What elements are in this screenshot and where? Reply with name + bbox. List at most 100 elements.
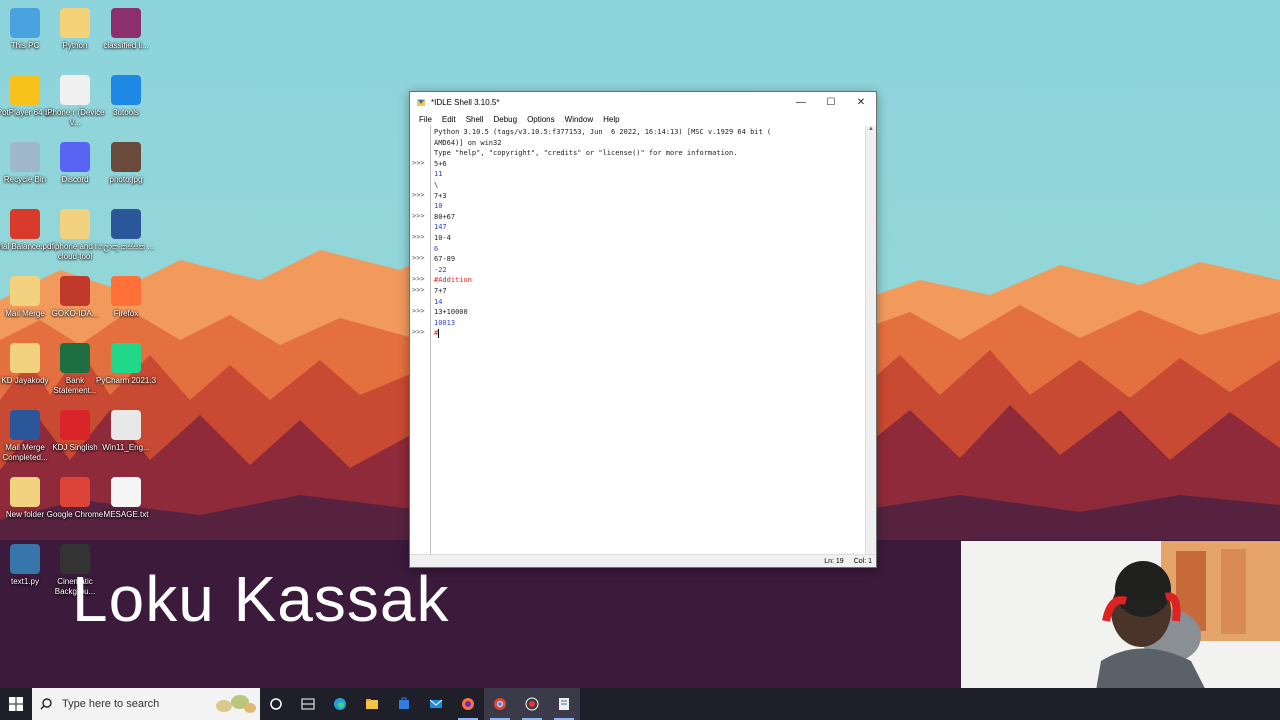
shell-prompt: >>>	[412, 233, 425, 241]
desktop-icon-label: Firefox	[113, 309, 139, 318]
shell-line: #	[434, 328, 865, 339]
screen-recorder-icon	[525, 697, 539, 711]
word-doc-icon	[10, 410, 40, 440]
menu-window[interactable]: Window	[560, 115, 598, 124]
photo-icon	[111, 142, 141, 172]
menu-shell[interactable]: Shell	[461, 115, 489, 124]
recycle-bin-icon	[10, 142, 40, 172]
shell-area[interactable]: >>> >>> >>> >>> >>> >>> >>> >>> >>> Python 3.10.…	[410, 126, 876, 555]
taskbar-app[interactable]	[292, 688, 324, 720]
chrome-icon	[60, 477, 90, 507]
this-pc-icon	[10, 8, 40, 38]
menu-edit[interactable]: Edit	[437, 115, 461, 124]
text-file-icon	[111, 477, 141, 507]
shell-line: 10013	[434, 318, 865, 329]
shell-input: Type "help", "copyright", "credits" or "…	[434, 149, 738, 158]
prompt-gutter: >>> >>> >>> >>> >>> >>> >>> >>> >>>	[410, 126, 431, 555]
desktop-icon[interactable]: Win11_Eng...	[95, 410, 157, 453]
shell-prompt: >>>	[412, 190, 425, 199]
menu-bar: File Edit Shell Debug Options Window Help	[410, 112, 876, 126]
folder-icon	[10, 343, 40, 373]
shell-editor[interactable]: Python 3.10.5 (tags/v3.10.5:f377153, Jun…	[431, 126, 865, 555]
shell-input: AMD64)] on win32	[434, 138, 502, 147]
folder-icon	[10, 477, 40, 507]
menu-options[interactable]: Options	[522, 115, 560, 124]
shell-input: #Addition	[434, 276, 472, 285]
shell-prompt: >>>	[412, 254, 425, 263]
video-caption: Loku Kassak	[72, 563, 450, 635]
taskbar-app[interactable]	[516, 688, 548, 720]
search-input[interactable]	[60, 697, 214, 711]
start-button[interactable]	[0, 688, 32, 720]
firefox-icon	[111, 276, 141, 306]
taskbar-search[interactable]	[32, 688, 260, 720]
shell-line: AMD64)] on win32	[434, 138, 865, 149]
firefox-icon	[462, 698, 474, 710]
line-number: Ln: 19	[824, 557, 844, 565]
desktop-icon-label: PyCharm 2021.3	[95, 376, 157, 385]
scroll-up-icon[interactable]: ▲	[866, 126, 876, 136]
search-icon	[40, 698, 52, 710]
shell-output: -22	[434, 265, 447, 274]
status-bar: Ln: 19 Col: 1	[410, 554, 876, 567]
search-highlight-icon	[216, 695, 256, 713]
word-doc-icon	[111, 209, 141, 239]
close-icon[interactable]: ✕	[846, 92, 876, 112]
taskbar-app[interactable]	[548, 688, 580, 720]
shell-line: 14	[434, 297, 865, 308]
shell-prompt: >>>	[412, 211, 425, 220]
window-title: *IDLE Shell 3.10.5*	[431, 97, 500, 107]
shell-prompt: >>>	[412, 275, 425, 284]
store-icon	[399, 697, 409, 709]
shell-line: 10-4	[434, 233, 865, 244]
taskbar	[0, 688, 1280, 720]
desktop-icon[interactable]: PyCharm 2021.3	[95, 343, 157, 386]
shell-input: 80+67	[434, 212, 456, 221]
desktop-icon[interactable]: MESAGE.txt	[95, 477, 157, 520]
menu-help[interactable]: Help	[598, 115, 624, 124]
taskbar-app[interactable]	[260, 688, 292, 720]
cortana-icon	[270, 698, 282, 710]
text-caret	[438, 328, 440, 338]
shell-line: 147	[434, 222, 865, 233]
desktop-icon[interactable]: classified li...	[95, 8, 157, 51]
desktop-icon[interactable]: ලොකු කස්සක ...	[95, 209, 157, 252]
taskbar-app[interactable]	[388, 688, 420, 720]
menu-debug[interactable]: Debug	[488, 115, 522, 124]
pycharm-icon	[111, 343, 141, 373]
windows-logo-icon	[9, 697, 23, 711]
taskbar-app[interactable]	[324, 688, 356, 720]
shell-line: 6	[434, 244, 865, 255]
desktop-icon[interactable]: 3utools	[95, 75, 157, 118]
title-bar[interactable]: *IDLE Shell 3.10.5* — ☐ ✕	[410, 92, 876, 112]
vertical-scrollbar[interactable]: ▲	[865, 126, 876, 555]
desktop-icon[interactable]: Firefox	[95, 276, 157, 319]
shell-line: 11	[434, 169, 865, 180]
shell-input: 7+3	[434, 191, 447, 200]
desktop-icon[interactable]: photo.jpg	[95, 142, 157, 185]
idle-shell-window[interactable]: *IDLE Shell 3.10.5* — ☐ ✕ File Edit Shell D…	[409, 91, 877, 568]
taskbar-app[interactable]	[356, 688, 388, 720]
menu-file[interactable]: File	[414, 115, 437, 124]
desktop-icon-label: classified li...	[103, 41, 149, 50]
shell-input: 67-89	[434, 255, 456, 264]
discord-icon	[60, 142, 90, 172]
folder-icon	[10, 276, 40, 306]
maximize-icon[interactable]: ☐	[816, 92, 846, 112]
taskbar-app[interactable]	[420, 688, 452, 720]
taskbar-app[interactable]	[452, 688, 484, 720]
3utools-icon	[111, 75, 141, 105]
mail-icon	[429, 699, 443, 708]
minimize-icon[interactable]: —	[786, 92, 816, 112]
shell-output: 11	[434, 170, 443, 179]
taskbar-apps	[260, 688, 580, 720]
shell-line: \	[434, 180, 865, 191]
taskbar-app[interactable]	[484, 688, 516, 720]
shell-line: 7+7	[434, 286, 865, 297]
idle-app-icon	[417, 99, 425, 106]
python-folder-icon	[60, 8, 90, 38]
desktop-icon-label: ලොකු කස්සක ...	[97, 242, 155, 251]
shell-line: 13+10000	[434, 307, 865, 318]
disc-image-icon	[111, 410, 141, 440]
singlish-icon	[60, 410, 90, 440]
